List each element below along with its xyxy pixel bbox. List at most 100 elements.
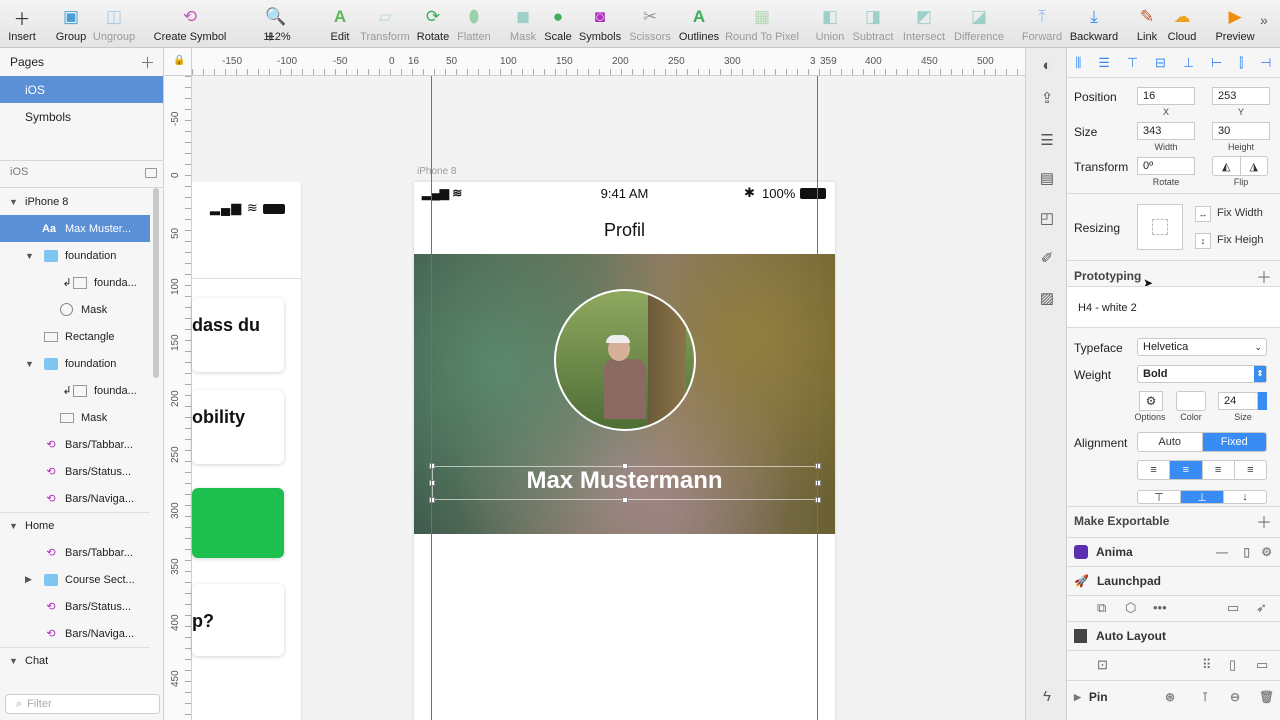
align-right-icon[interactable]: ≡ — [1203, 461, 1235, 479]
difference-button[interactable]: ◪ Difference — [949, 6, 1009, 43]
backward-button[interactable]: ⤓ Backward — [1064, 6, 1124, 43]
fix-width-checkbox[interactable]: ↔ — [1195, 206, 1211, 222]
grid-icon[interactable]: ⠿ — [1202, 657, 1212, 673]
y-field[interactable]: 253 — [1212, 87, 1270, 105]
fixed-option[interactable]: Fixed — [1202, 433, 1266, 451]
image-add-icon[interactable]: ▨ — [1035, 286, 1059, 310]
artboard-icon[interactable]: ⊡ — [1097, 657, 1108, 673]
layer-item[interactable]: ↲ founda... — [0, 269, 150, 296]
round-to-pixel-button[interactable]: ▦ Round To Pixel — [725, 6, 799, 43]
weight-select[interactable]: Bold ⇕ — [1137, 365, 1267, 383]
zoom-control[interactable]: − 🔍 +112% — [247, 0, 307, 46]
tablet-icon[interactable]: ▭ — [1256, 657, 1268, 673]
home-artboard[interactable]: ▂▄▆ ≋ dass du obility p? — [192, 182, 302, 720]
outlines-button[interactable]: A Outlines — [669, 6, 729, 43]
text-style-field[interactable]: H4 - white 2 — [1067, 286, 1280, 328]
gear-icon[interactable]: ⚙ — [1139, 391, 1163, 411]
disclosure-triangle-icon[interactable]: ▶ — [25, 574, 32, 585]
trash-icon[interactable]: 🗑 — [1259, 690, 1274, 704]
align-left-icon[interactable]: ≡ — [1138, 461, 1171, 479]
iphone-artboard[interactable]: ▂▄▆ ≋ 9:41 AM ✱ 100% Profil Max Musterma… — [414, 182, 835, 720]
ungroup-button[interactable]: ◫ Ungroup — [84, 6, 144, 43]
vertical-align-control[interactable]: ⊤ ⊥ ↓ — [1137, 490, 1267, 504]
resize-handle[interactable] — [429, 463, 435, 469]
align-top-icon[interactable]: ⊤ — [1127, 55, 1138, 71]
add-export-plus-icon[interactable]: ＋ — [1256, 509, 1272, 533]
layer-item[interactable]: ⟲ Bars/Status... — [0, 593, 150, 620]
layer-item[interactable]: Mask — [0, 404, 150, 431]
disclosure-triangle-icon[interactable]: ▼ — [9, 197, 18, 207]
link-sync-icon[interactable]: ⧉ — [1097, 600, 1106, 616]
disclosure-triangle-icon[interactable]: ▼ — [9, 656, 18, 666]
layer-item[interactable]: Mask — [0, 296, 150, 323]
layer-item[interactable]: ⟲ Bars/Naviga... — [0, 620, 150, 647]
course-card[interactable]: obility — [192, 390, 284, 464]
green-card[interactable] — [192, 488, 284, 558]
resizing-widget[interactable] — [1137, 204, 1183, 250]
layer-item[interactable]: ▼ Home — [0, 512, 150, 539]
layer-item[interactable]: ▼ foundation — [0, 350, 150, 377]
prototyping-header[interactable]: Prototyping — [1074, 269, 1141, 283]
vertical-ruler[interactable]: -50 0 50 100 150 200 250 300 350 400 450 — [164, 76, 192, 720]
pin-center-icon[interactable]: ⊖ — [1230, 690, 1240, 704]
layer-item[interactable]: ▶ Course Sect... — [0, 566, 150, 593]
flip-horizontal-icon[interactable]: ◭ — [1213, 157, 1241, 175]
more-chevron-icon[interactable]: » — [1260, 12, 1268, 28]
resize-handle[interactable] — [429, 480, 435, 486]
launchpad-header[interactable]: 🚀 Launchpad — [1067, 567, 1280, 595]
x-field[interactable]: 16 — [1137, 87, 1195, 105]
cube-icon[interactable]: ⬡ — [1125, 600, 1136, 616]
page-item-ios[interactable]: iOS — [0, 76, 163, 103]
color-swatch[interactable] — [1176, 391, 1206, 411]
minimize-icon[interactable]: — — [1216, 545, 1228, 559]
horizontal-ruler[interactable]: -150 -100 -50 0 16 50 100 150 200 250 30… — [192, 48, 1025, 76]
preview-button[interactable]: ▶ Preview — [1205, 6, 1265, 43]
resize-handle[interactable] — [429, 497, 435, 503]
pin-vertical-icon[interactable]: ⊺ — [1202, 690, 1208, 704]
panel-icon[interactable]: ▯ — [1243, 545, 1250, 559]
layer-item[interactable]: ⟲ Bars/Naviga... — [0, 485, 150, 512]
text-align-control[interactable]: ≡ ≡ ≡ ≡ — [1137, 460, 1267, 480]
forward-button[interactable]: ⤒ Forward — [1012, 6, 1072, 43]
create-symbol-button[interactable]: ⟲ Create Symbol — [154, 6, 227, 43]
layer-item[interactable]: ⟲ Bars/Status... — [0, 458, 150, 485]
upload-icon[interactable]: ⇪ — [1035, 86, 1059, 110]
disclosure-triangle-icon[interactable]: ▶ — [1074, 692, 1081, 703]
course-card[interactable]: p? — [192, 584, 284, 656]
browser-icon[interactable]: ▭ — [1227, 600, 1239, 616]
make-exportable-header[interactable]: Make Exportable — [1074, 514, 1169, 528]
align-grid-icon[interactable]: ◰ — [1035, 206, 1059, 230]
disclosure-triangle-icon[interactable]: ▼ — [9, 521, 18, 531]
publish-rocket-icon[interactable]: ➶ — [1256, 600, 1267, 616]
pin-header[interactable]: ▶ Pin ⊛ ⊺ ⊖ 🗑 — [1067, 682, 1280, 712]
font-size-field[interactable]: 24 — [1218, 392, 1258, 410]
course-card[interactable]: dass du — [192, 298, 284, 372]
layer-item[interactable]: ▼ iPhone 8 — [0, 188, 150, 215]
edit-pen-icon[interactable]: ✐ — [1035, 246, 1059, 270]
align-left-icon[interactable]: ⊢ — [1211, 55, 1222, 71]
fix-height-checkbox[interactable]: ↕ — [1195, 233, 1211, 249]
mirror-icon[interactable]: ◐ — [1035, 53, 1059, 77]
resize-handle[interactable] — [815, 480, 821, 486]
align-center-icon[interactable]: ⫿ — [1239, 55, 1243, 71]
flip-control[interactable]: ◭ ◮ — [1212, 156, 1268, 176]
align-top-icon[interactable]: ⊤ — [1138, 491, 1181, 503]
artboard-label[interactable]: iPhone 8 — [417, 166, 456, 177]
page-item-symbols[interactable]: Symbols — [0, 103, 163, 130]
auto-layout-header[interactable]: Auto Layout — [1067, 622, 1280, 650]
profile-avatar[interactable] — [554, 289, 696, 431]
align-middle-icon[interactable]: ⊥ — [1181, 491, 1224, 503]
cloud-button[interactable]: ☁ Cloud — [1152, 6, 1212, 43]
layout-guide[interactable] — [431, 76, 432, 720]
layer-item[interactable]: ↲ founda... — [0, 377, 150, 404]
auto-option[interactable]: Auto — [1138, 433, 1203, 451]
filter-input[interactable]: ⌕ Filter — [5, 694, 160, 714]
align-center-icon[interactable]: ≡ — [1170, 461, 1203, 479]
more-icon[interactable]: ••• — [1153, 600, 1167, 615]
pin-ring-icon[interactable]: ⊛ — [1165, 690, 1175, 704]
add-prototype-plus-icon[interactable]: ＋ — [1256, 264, 1272, 288]
layer-item[interactable]: Aa Max Muster... — [0, 215, 150, 242]
resize-handle[interactable] — [622, 463, 628, 469]
align-middle-icon[interactable]: ⊟ — [1155, 55, 1166, 71]
align-bottom-icon[interactable]: ↓ — [1224, 491, 1266, 503]
